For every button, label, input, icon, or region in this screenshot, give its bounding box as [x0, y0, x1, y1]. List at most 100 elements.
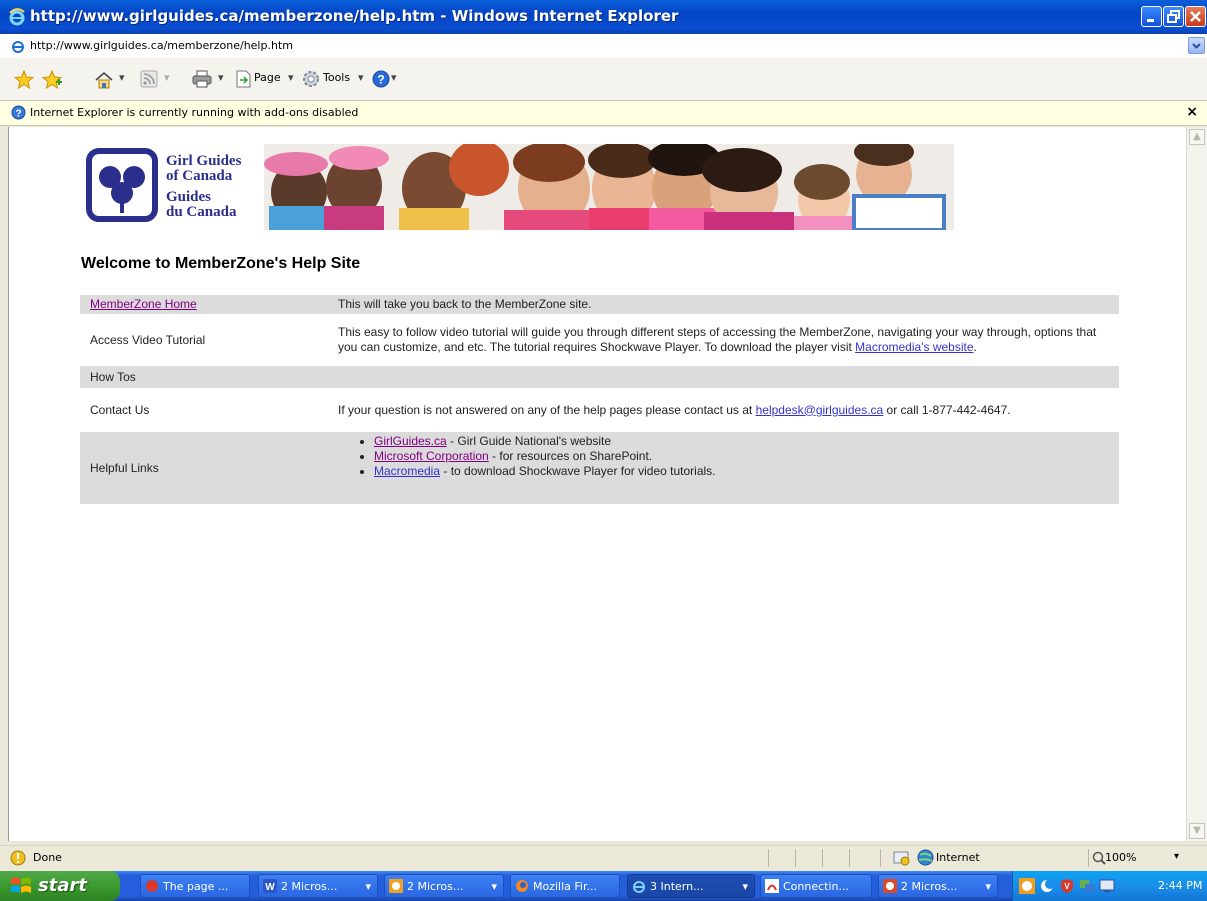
macromedia-website-link[interactable]: Macromedia's website — [855, 340, 973, 354]
page-dropdown-arrow[interactable]: ▾ — [288, 71, 294, 84]
done-status-icon — [10, 850, 26, 866]
microsoft-link[interactable]: Microsoft Corporation — [374, 449, 489, 463]
list-item: Macromedia - to download Shockwave Playe… — [374, 464, 1109, 479]
logo-line-3: Guides — [166, 189, 211, 205]
close-window-button[interactable] — [1185, 6, 1206, 27]
link-description: - to download Shockwave Player for video… — [440, 464, 716, 478]
taskbar-item-label: 2 Micros... — [281, 880, 338, 893]
minimize-button[interactable] — [1141, 6, 1162, 27]
favorites-star-icon[interactable] — [14, 70, 34, 90]
taskbar-item[interactable]: W 2 Micros... ▾ — [258, 874, 378, 898]
logo-line-4: du Canada — [166, 204, 237, 220]
taskbar-item[interactable]: Mozilla Fir... — [510, 874, 620, 898]
link-description: - for resources on SharePoint. — [488, 449, 653, 463]
page-viewport: Girl Guides of Canada Guides du Canada W… — [8, 127, 1187, 841]
table-cell-label: Contact Us — [90, 402, 150, 417]
taskbar-item[interactable]: 2 Micros... ▾ — [384, 874, 504, 898]
table-cell-desc: This easy to follow video tutorial will … — [328, 314, 1119, 366]
table-cell-links: GirlGuides.ca - Girl Guide National's we… — [328, 432, 1119, 504]
status-divider — [1088, 849, 1089, 867]
group-arrow: ▾ — [365, 880, 371, 893]
taskbar-item-label: Connectin... — [783, 880, 849, 893]
scroll-up-button[interactable]: ▲ — [1189, 129, 1205, 145]
taskbar-item[interactable]: 3 Intern... ▾ — [627, 874, 755, 898]
vertical-scrollbar[interactable]: ▲ ▼ — [1186, 127, 1207, 841]
table-row: Helpful Links GirlGuides.ca - Girl Guide… — [80, 432, 1119, 504]
taskbar-item[interactable]: The page ... — [140, 874, 250, 898]
tools-menu-button[interactable]: Tools — [323, 71, 350, 84]
protected-mode-icon — [893, 851, 910, 866]
tray-moon-icon[interactable] — [1039, 878, 1055, 894]
info-shield-icon: ? — [11, 105, 26, 120]
table-row: Contact Us If your question is not answe… — [80, 388, 1119, 432]
girl-guides-logo: Girl Guides of Canada Guides du Canada — [84, 147, 264, 229]
tray-shield-icon[interactable]: V — [1059, 878, 1075, 894]
status-divider — [795, 849, 796, 867]
tools-dropdown-arrow[interactable]: ▾ — [358, 71, 364, 84]
group-arrow: ▾ — [491, 880, 497, 893]
table-cell-label: How Tos — [90, 369, 136, 384]
address-input[interactable]: http://www.girlguides.ca/memberzone/help… — [30, 39, 293, 52]
zoom-level-button[interactable]: 100% — [1105, 851, 1136, 864]
page-title: Welcome to MemberZone's Help Site — [81, 255, 361, 272]
powerpoint-icon — [883, 879, 897, 893]
status-divider — [849, 849, 850, 867]
table-cell-label: Access Video Tutorial — [90, 332, 206, 347]
status-bar: Done Internet 100% ▾ — [0, 845, 1207, 870]
svg-text:?: ? — [377, 73, 384, 87]
zoom-icon — [1092, 851, 1106, 865]
table-row: MemberZone Home This will take you back … — [80, 295, 1119, 314]
taskbar-item[interactable]: Connectin... — [760, 874, 872, 898]
start-button[interactable]: start — [0, 871, 120, 901]
help-dropdown-arrow[interactable]: ▾ — [391, 71, 397, 84]
taskbar-item-label: 2 Micros... — [901, 880, 958, 893]
print-icon[interactable] — [192, 70, 212, 88]
title-bar[interactable]: http://www.girlguides.ca/memberzone/help… — [0, 0, 1207, 34]
home-icon[interactable] — [94, 70, 114, 90]
ie-icon — [633, 881, 645, 893]
infobar-message: Internet Explorer is currently running w… — [30, 106, 359, 119]
feeds-icon[interactable] — [140, 70, 158, 88]
address-bar[interactable]: http://www.girlguides.ca/memberzone/help… — [0, 34, 1207, 59]
logo-line-1: Girl Guides — [166, 153, 242, 169]
help-icon[interactable]: ? — [371, 69, 391, 89]
taskbar-clock[interactable]: 2:44 PM — [1158, 879, 1202, 892]
scroll-down-button[interactable]: ▼ — [1189, 823, 1205, 839]
feeds-dropdown-arrow[interactable]: ▾ — [164, 71, 170, 84]
tray-clock-app-icon[interactable] — [1019, 878, 1035, 894]
group-arrow: ▾ — [742, 880, 748, 893]
add-favorites-icon[interactable] — [42, 70, 64, 90]
zoom-dropdown-arrow[interactable]: ▾ — [1174, 851, 1179, 862]
memberzone-home-link[interactable]: MemberZone Home — [90, 297, 197, 311]
tray-monitor-icon[interactable] — [1099, 878, 1115, 894]
link-description: - Girl Guide National's website — [446, 434, 612, 448]
tray-network-icon[interactable] — [1079, 878, 1095, 894]
address-dropdown-button[interactable] — [1188, 37, 1205, 54]
print-dropdown-arrow[interactable]: ▾ — [218, 71, 224, 84]
outlook-icon — [389, 879, 403, 893]
infobar-close-button[interactable]: × — [1186, 104, 1198, 120]
system-tray: V 2:44 PM — [1012, 871, 1207, 901]
taskbar-item-label: Mozilla Fir... — [533, 880, 597, 893]
helpdesk-email-link[interactable]: helpdesk@girlguides.ca — [756, 403, 884, 417]
table-row: How Tos — [80, 366, 1119, 388]
banner-photo — [264, 144, 954, 230]
chevron-down-icon — [1192, 43, 1201, 49]
red-circle-app-icon — [146, 880, 158, 892]
home-dropdown-arrow[interactable]: ▾ — [119, 71, 125, 84]
macromedia-link[interactable]: Macromedia — [374, 464, 440, 478]
information-bar[interactable]: ? Internet Explorer is currently running… — [0, 101, 1207, 126]
start-label: start — [38, 875, 87, 896]
table-cell-desc: If your question is not answered on any … — [328, 388, 1119, 432]
status-divider — [880, 849, 881, 867]
restore-button[interactable] — [1163, 6, 1184, 27]
gear-icon — [303, 71, 319, 87]
command-bar: ▾ ▾ ▾ Page ▾ Tools ▾ ? ▾ — [0, 58, 1207, 101]
help-links-table: MemberZone Home This will take you back … — [80, 295, 1119, 504]
taskbar-item[interactable]: 2 Micros... ▾ — [878, 874, 998, 898]
page-menu-button[interactable]: Page — [254, 71, 281, 84]
internet-zone-icon — [917, 849, 934, 866]
taskbar-item-label: 3 Intern... — [650, 880, 704, 893]
girlguides-link[interactable]: GirlGuides.ca — [374, 434, 447, 448]
trailing-period: . — [973, 340, 977, 354]
